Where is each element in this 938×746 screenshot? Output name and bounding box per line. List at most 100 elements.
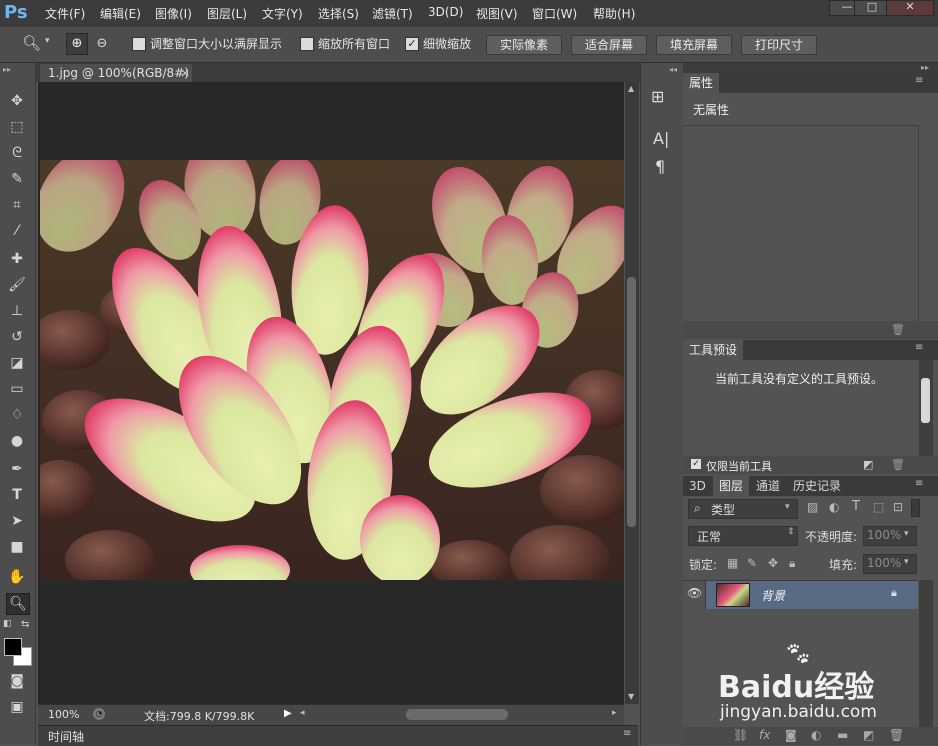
status-menu-arrow-icon[interactable]: ▶ (284, 708, 292, 719)
adjustment-filter-icon[interactable]: ◐ (829, 500, 839, 514)
layer-row[interactable]: 背景 🔒︎ (706, 581, 918, 609)
link-layers-icon[interactable]: ⛓ (733, 728, 748, 742)
smart-object-filter-icon[interactable]: ⊡ (893, 500, 903, 514)
quick-mask-icon[interactable]: ◙ (6, 671, 28, 691)
lock-image-icon[interactable]: ✎ (747, 556, 757, 570)
adjustment-layer-icon[interactable]: ◐ (811, 728, 821, 742)
lasso-tool-icon[interactable]: ᘓ (6, 143, 28, 163)
trash-icon[interactable]: 🗑︎ (889, 728, 904, 742)
new-preset-icon[interactable]: ◩ (863, 458, 873, 471)
character-panel-icon[interactable]: A| (653, 129, 669, 148)
swap-colors-icon[interactable]: ⇆ (21, 619, 29, 630)
scroll-up-icon[interactable]: ▲ (628, 84, 634, 93)
menu-filter[interactable]: 滤镜(T) (372, 5, 413, 22)
panel-menu-icon[interactable]: ≡ (915, 75, 923, 86)
panel-menu-icon[interactable]: ≡ (915, 478, 923, 489)
shape-filter-icon[interactable]: ⬚ (873, 500, 884, 514)
fill-input[interactable]: 100% ▾ (863, 554, 917, 574)
current-tool-only-checkbox[interactable]: ✓ (691, 459, 701, 469)
opacity-input[interactable]: 100% ▾ (863, 526, 917, 546)
menu-type[interactable]: 文字(Y) (262, 5, 303, 22)
filter-toggle[interactable] (911, 499, 920, 517)
panel-menu-icon[interactable]: ≡ (915, 342, 923, 353)
type-filter-icon[interactable]: T (852, 499, 860, 514)
tab-3d[interactable]: 3D (683, 476, 712, 496)
actual-pixels-button[interactable]: 实际像素 (486, 35, 562, 55)
foreground-color-swatch[interactable] (4, 638, 22, 656)
default-colors-icon[interactable]: ◧ (3, 619, 12, 629)
horizontal-scroll-thumb[interactable] (406, 709, 508, 720)
paragraph-panel-icon[interactable]: ¶ (655, 157, 665, 176)
hand-tool-icon[interactable]: ✋ (6, 567, 28, 587)
menu-edit[interactable]: 编辑(E) (100, 5, 141, 22)
eraser-tool-icon[interactable]: ◪ (6, 353, 28, 373)
tab-layers[interactable]: 图层 (713, 476, 750, 496)
menu-view[interactable]: 视图(V) (476, 5, 518, 22)
maximize-button[interactable]: □ (854, 0, 890, 16)
menu-file[interactable]: 文件(F) (45, 5, 85, 22)
layers-scrollbar[interactable] (919, 580, 933, 730)
healing-brush-tool-icon[interactable]: ✚ (6, 249, 28, 269)
fill-screen-button[interactable]: 填充屏幕 (656, 35, 732, 55)
tab-channels[interactable]: 通道 (750, 476, 786, 496)
succulent-photo[interactable] (40, 160, 624, 580)
clone-source-icon[interactable]: ⊞ (651, 87, 664, 106)
new-layer-icon[interactable]: ◩ (863, 728, 874, 742)
crop-tool-icon[interactable]: ⌗ (6, 195, 28, 215)
menu-help[interactable]: 帮助(H) (593, 5, 635, 22)
scrubby-zoom-checkbox[interactable]: ✓ (405, 37, 419, 51)
eye-icon[interactable]: 👁︎ (687, 586, 702, 600)
zoom-all-windows-checkbox[interactable] (300, 37, 314, 51)
resize-windows-checkbox[interactable] (132, 37, 146, 51)
scroll-left-icon[interactable]: ◂ (300, 708, 305, 718)
brush-tool-icon[interactable]: 🖌︎ (6, 275, 28, 295)
status-info-icon[interactable]: ◔ (93, 708, 105, 720)
vertical-scrollbar[interactable]: ▲ ▼ (625, 82, 639, 704)
chevron-down-icon[interactable]: ▾ (45, 36, 50, 46)
presets-scrollbar[interactable] (919, 360, 933, 456)
add-mask-icon[interactable]: ◙ (785, 728, 797, 742)
timeline-panel-bar[interactable]: 时间轴 ≡ (38, 725, 638, 746)
pen-tool-icon[interactable]: ✒ (6, 459, 28, 479)
path-selection-tool-icon[interactable]: ➤ (6, 511, 28, 531)
menu-select[interactable]: 选择(S) (318, 5, 359, 22)
scroll-down-icon[interactable]: ▼ (628, 692, 634, 701)
gradient-tool-icon[interactable]: ▭ (6, 379, 28, 399)
panel-collapse-icon[interactable]: ▸▸ (3, 65, 11, 74)
menu-layer[interactable]: 图层(L) (207, 5, 247, 22)
layer-style-icon[interactable]: fx (759, 728, 770, 742)
tab-tool-presets[interactable]: 工具预设 (683, 340, 744, 360)
vertical-scroll-thumb[interactable] (627, 277, 636, 527)
blend-mode-select[interactable]: 正常 ⇕ (688, 526, 798, 546)
clone-stamp-tool-icon[interactable]: ⊥ (6, 301, 28, 321)
rectangle-tool-icon[interactable]: ■ (6, 537, 28, 557)
pixel-filter-icon[interactable]: ▨ (807, 500, 818, 514)
print-size-button[interactable]: 打印尺寸 (741, 35, 817, 55)
presets-scroll-thumb[interactable] (921, 378, 930, 423)
menu-image[interactable]: 图像(I) (155, 5, 192, 22)
close-tab-icon[interactable]: × (180, 64, 190, 82)
tab-properties[interactable]: 属性 (683, 73, 720, 93)
menu-3d[interactable]: 3D(D) (428, 5, 463, 19)
history-brush-tool-icon[interactable]: ↺ (6, 327, 28, 347)
layer-name[interactable]: 背景 (761, 587, 785, 604)
trash-icon[interactable]: 🗑︎ (891, 458, 905, 471)
lock-transparent-icon[interactable]: ▦ (727, 556, 738, 570)
new-group-icon[interactable]: ▬ (837, 728, 848, 742)
eyedropper-tool-icon[interactable]: ⁄ (6, 221, 28, 241)
layer-filter-select[interactable]: ⌕ 类型 ▾ (688, 499, 798, 519)
quick-selection-tool-icon[interactable]: ✎ (6, 169, 28, 189)
close-button[interactable]: ✕ (886, 0, 934, 16)
marquee-tool-icon[interactable]: ⬚ (6, 117, 28, 137)
panel-collapse-icon[interactable]: ◂◂ (669, 65, 677, 74)
zoom-out-icon[interactable]: ⊖ (92, 34, 112, 54)
zoom-tool-icon[interactable]: 🔍︎ (6, 593, 30, 615)
document-tab[interactable]: 1.jpg @ 100%(RGB/8#) × (40, 64, 192, 82)
fit-screen-button[interactable]: 适合屏幕 (571, 35, 647, 55)
screen-mode-icon[interactable]: ▣ (6, 697, 28, 717)
scroll-right-icon[interactable]: ▸ (612, 708, 617, 718)
timeline-tab[interactable]: 时间轴 (48, 728, 84, 745)
blur-tool-icon[interactable]: ♢ (6, 405, 28, 425)
dodge-tool-icon[interactable]: ● (6, 431, 28, 451)
panel-expand-icon[interactable]: ▸▸ (921, 63, 929, 72)
